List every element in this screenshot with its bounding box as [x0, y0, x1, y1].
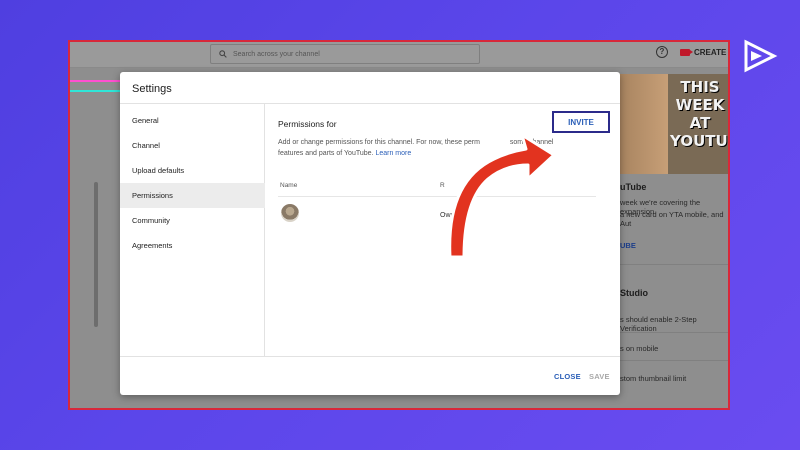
create-label: CREATE: [694, 48, 727, 57]
create-button[interactable]: CREATE: [680, 48, 726, 57]
help-icon[interactable]: ?: [656, 46, 668, 58]
close-button[interactable]: CLOSE: [554, 372, 581, 381]
nav-item-permissions[interactable]: Permissions: [120, 183, 265, 208]
scrollbar[interactable]: [94, 182, 98, 327]
column-header-name: Name: [280, 182, 298, 189]
search-input[interactable]: Search across your channel: [210, 44, 480, 64]
search-placeholder: Search across your channel: [233, 50, 320, 58]
thumbnail-face: [618, 74, 668, 174]
divider: [618, 332, 728, 333]
description-text: features and parts of YouTube.: [278, 150, 374, 157]
dialog-title: Settings: [132, 83, 172, 95]
yt-topbar: Search across your channel ? CREATE: [70, 42, 728, 68]
studio-item[interactable]: s on mobile: [620, 344, 658, 353]
settings-nav: General Channel Upload defaults Permissi…: [120, 104, 265, 357]
studio-title: Studio: [620, 288, 648, 298]
divider: [618, 360, 728, 361]
studio-item[interactable]: stom thumbnail limit: [620, 374, 686, 383]
video-thumbnail[interactable]: THIS WEEK AT YOUTUB: [618, 74, 728, 174]
nav-item-channel[interactable]: Channel: [120, 133, 265, 158]
video-title: uTube: [620, 182, 647, 192]
nav-item-upload-defaults[interactable]: Upload defaults: [120, 158, 265, 183]
settings-dialog: Settings General Channel Upload defaults…: [120, 72, 620, 395]
brand-logo-icon: [744, 39, 778, 73]
divider: [120, 356, 620, 357]
nav-item-general[interactable]: General: [120, 108, 265, 133]
avatar: [281, 204, 299, 222]
divider: [618, 264, 728, 265]
search-icon: [219, 50, 227, 58]
screen-frame: Search across your channel ? CREATE THIS…: [68, 40, 730, 410]
learn-more-link[interactable]: Learn more: [375, 150, 411, 157]
studio-item[interactable]: s should enable 2-Step Verification: [620, 315, 728, 333]
red-arrow-icon: [448, 133, 556, 259]
permissions-title: Permissions for: [278, 119, 337, 129]
nav-item-agreements[interactable]: Agreements: [120, 233, 265, 258]
video-desc-line: a new card on YTA mobile, and Aut: [620, 210, 724, 228]
video-link[interactable]: UBE: [620, 241, 636, 250]
nav-item-community[interactable]: Community: [120, 208, 265, 233]
thumbnail-text: THIS WEEK AT YOUTUB: [670, 78, 728, 150]
video-camera-icon: [680, 49, 693, 56]
save-button[interactable]: SAVE: [589, 372, 610, 381]
